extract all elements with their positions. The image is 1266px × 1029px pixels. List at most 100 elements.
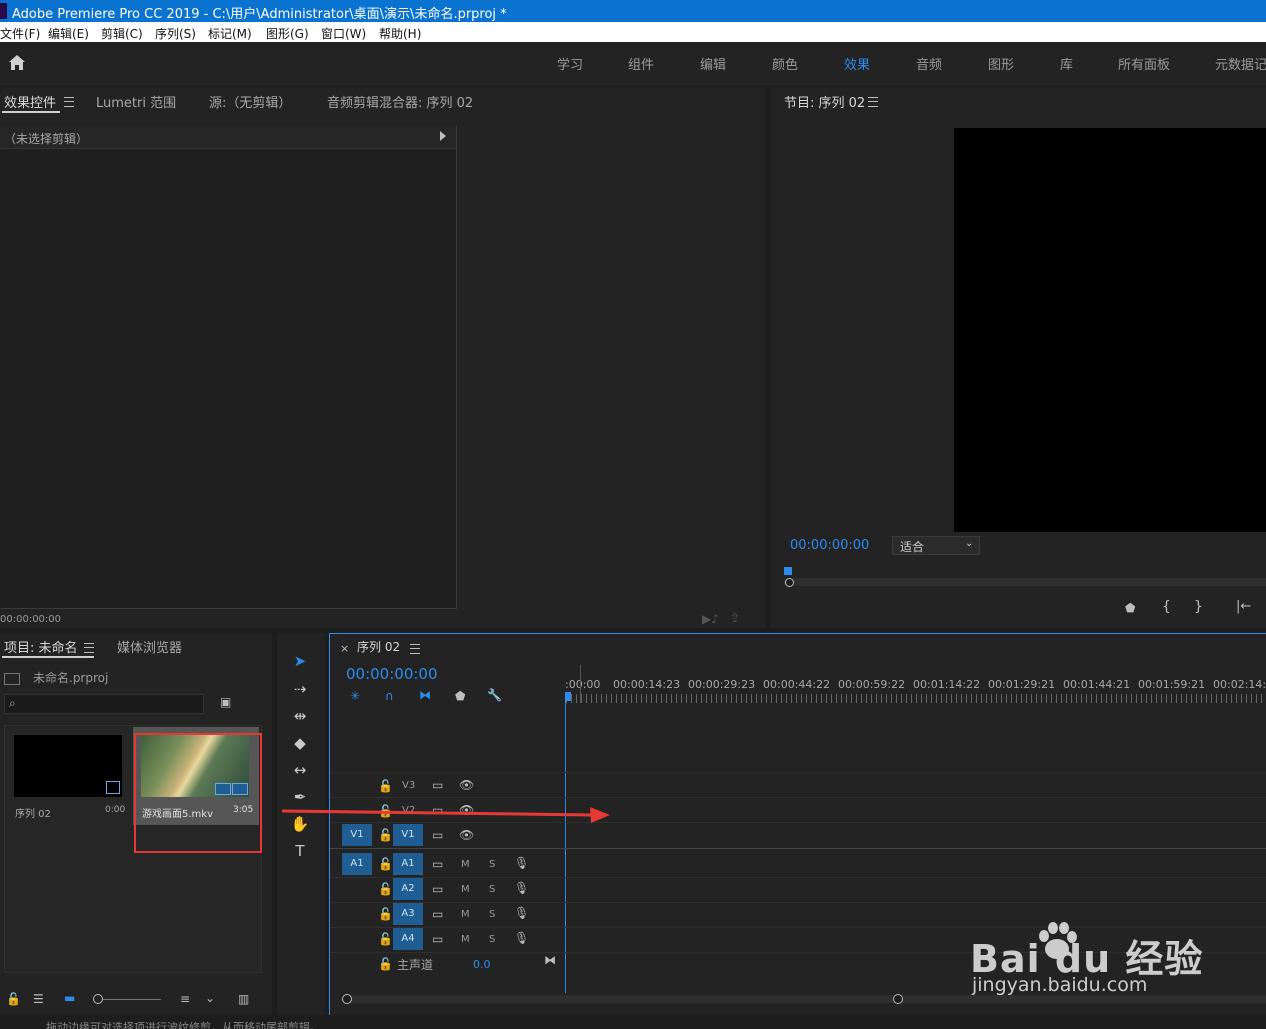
type-tool-icon[interactable]: T xyxy=(290,841,310,861)
sync-lock-icon[interactable]: ▭ xyxy=(432,858,443,870)
ripple-edit-tool-icon[interactable]: ⇹ xyxy=(290,706,310,726)
workspace-effects[interactable]: 效果 xyxy=(844,54,870,73)
workspace-metadata[interactable]: 元数据记 xyxy=(1215,54,1266,73)
lock-icon[interactable]: 🔓 xyxy=(378,829,393,841)
project-search-input[interactable]: ⌕ xyxy=(4,694,204,714)
track-target-a3[interactable]: A3 xyxy=(393,903,423,925)
scroll-handle-right[interactable] xyxy=(893,994,903,1004)
tab-audio-clip-mixer[interactable]: 音频剪辑混合器: 序列 02 xyxy=(327,92,473,111)
workspace-learn[interactable]: 学习 xyxy=(557,54,583,73)
timeline-tab[interactable]: 序列 02 xyxy=(357,638,400,655)
menu-sequence[interactable]: 序列(S) xyxy=(155,25,196,42)
go-to-end-icon[interactable]: ⧓ xyxy=(544,954,556,966)
panel-menu-icon[interactable] xyxy=(84,643,94,653)
sync-lock-icon[interactable]: ▭ xyxy=(432,908,443,920)
sort-icon[interactable]: ≡ xyxy=(180,993,190,1005)
menu-window[interactable]: 窗口(W) xyxy=(321,25,366,42)
sync-lock-icon[interactable]: ▭ xyxy=(432,933,443,945)
new-bin-search-icon[interactable]: ▣ xyxy=(220,696,231,708)
menu-edit[interactable]: 编辑(E) xyxy=(48,25,89,42)
solo-button[interactable]: S xyxy=(489,859,495,870)
zoom-slider-handle[interactable] xyxy=(93,994,103,1004)
project-item-sequence[interactable]: 序列 02 0:00 xyxy=(6,727,130,825)
nest-toggle-icon[interactable]: ✳ xyxy=(350,690,360,702)
tab-effect-controls[interactable]: 效果控件 xyxy=(4,92,56,111)
zoom-slider[interactable] xyxy=(97,999,161,1000)
icon-view-icon[interactable]: ▬ xyxy=(64,992,75,1004)
master-volume-value[interactable]: 0.0 xyxy=(473,958,491,971)
tab-project[interactable]: 项目: 未命名 xyxy=(4,637,78,656)
lock-icon[interactable]: 🔓 xyxy=(378,858,393,870)
track-target-a2[interactable]: A2 xyxy=(393,878,423,900)
add-marker-icon[interactable]: ⬟ xyxy=(1125,602,1135,614)
wrench-icon[interactable]: 🔧 xyxy=(487,689,502,701)
microphone-icon[interactable]: 🎙 xyxy=(514,882,529,894)
chevron-down-icon[interactable]: ⌄ xyxy=(205,992,215,1004)
menu-marker[interactable]: 标记(M) xyxy=(208,25,252,42)
menu-clip[interactable]: 剪辑(C) xyxy=(101,25,143,42)
lock-icon[interactable]: 🔓 xyxy=(378,908,393,920)
lock-icon[interactable]: 🔓 xyxy=(378,933,393,945)
workspace-all-panels[interactable]: 所有面板 xyxy=(1118,54,1170,73)
zoom-fit-dropdown[interactable]: 适合 ⌄ xyxy=(892,536,980,555)
time-ruler[interactable] xyxy=(566,694,1266,703)
menu-file[interactable]: 文件(F) xyxy=(0,25,40,42)
mark-in-icon[interactable]: { xyxy=(1162,600,1171,614)
eye-icon[interactable]: 👁 xyxy=(459,779,474,791)
eye-icon[interactable]: 👁 xyxy=(459,829,474,841)
source-patch-a1[interactable]: A1 xyxy=(342,853,372,875)
solo-button[interactable]: S xyxy=(489,909,495,920)
solo-button[interactable]: S xyxy=(489,934,495,945)
solo-button[interactable]: S xyxy=(489,884,495,895)
program-monitor-title[interactable]: 节目: 序列 02 xyxy=(784,92,865,111)
export-icon[interactable]: ⇪ xyxy=(730,612,740,624)
source-patch-v1[interactable]: V1 xyxy=(342,824,372,846)
close-icon[interactable]: × xyxy=(340,643,349,655)
workspace-assembly[interactable]: 组件 xyxy=(628,54,654,73)
panel-menu-icon[interactable] xyxy=(868,97,878,107)
scroll-handle-left[interactable] xyxy=(342,994,352,1004)
track-target-v1[interactable]: V1 xyxy=(393,824,423,846)
sync-lock-icon[interactable]: ▭ xyxy=(432,779,443,791)
selection-tool-icon[interactable]: ➤ xyxy=(290,651,310,671)
slip-tool-icon[interactable]: ↔ xyxy=(290,760,310,780)
panel-menu-icon[interactable] xyxy=(64,97,74,107)
go-to-in-icon[interactable]: |← xyxy=(1236,600,1251,613)
program-timecode[interactable]: 00:00:00:00 xyxy=(790,538,869,553)
snap-icon[interactable]: ∩ xyxy=(385,690,394,702)
track-target-a1[interactable]: A1 xyxy=(393,853,423,875)
home-icon[interactable] xyxy=(8,54,26,71)
lock-icon[interactable]: 🔓 xyxy=(6,993,21,1005)
microphone-icon[interactable]: 🎙 xyxy=(514,932,529,944)
tab-source[interactable]: 源:（无剪辑） xyxy=(209,92,291,111)
linked-selection-icon[interactable]: ⧓ xyxy=(419,689,431,701)
mute-button[interactable]: M xyxy=(461,934,470,945)
expand-arrow-icon[interactable] xyxy=(440,131,446,141)
add-marker-icon[interactable]: ⬟ xyxy=(455,690,465,702)
mute-button[interactable]: M xyxy=(461,859,470,870)
lock-icon[interactable]: 🔓 xyxy=(378,780,393,792)
menu-help[interactable]: 帮助(H) xyxy=(379,25,421,42)
playhead-marker[interactable] xyxy=(784,567,792,575)
mute-button[interactable]: M xyxy=(461,884,470,895)
automate-icon[interactable]: ▥ xyxy=(238,993,249,1005)
workspace-audio[interactable]: 音频 xyxy=(916,54,942,73)
microphone-icon[interactable]: 🎙 xyxy=(514,907,529,919)
razor-tool-icon[interactable]: ◆ xyxy=(290,733,310,753)
workspace-graphics[interactable]: 图形 xyxy=(988,54,1014,73)
mark-out-icon[interactable]: } xyxy=(1194,600,1203,614)
menu-graphics[interactable]: 图形(G) xyxy=(266,25,309,42)
microphone-icon[interactable]: 🎙 xyxy=(514,857,529,869)
track-target-a4[interactable]: A4 xyxy=(393,928,423,950)
workspace-libraries[interactable]: 库 xyxy=(1060,54,1073,73)
track-select-tool-icon[interactable]: ⇢ xyxy=(290,679,310,699)
workspace-editing[interactable]: 编辑 xyxy=(700,54,726,73)
list-view-icon[interactable]: ☰ xyxy=(33,993,44,1005)
play-audio-icon[interactable]: ▶♪ xyxy=(702,613,719,625)
lock-icon[interactable]: 🔓 xyxy=(378,958,393,970)
timeline-timecode[interactable]: 00:00:00:00 xyxy=(346,665,438,683)
workspace-color[interactable]: 颜色 xyxy=(772,54,798,73)
tab-lumetri-scopes[interactable]: Lumetri 范围 xyxy=(96,92,176,111)
lock-icon[interactable]: 🔓 xyxy=(378,883,393,895)
tab-media-browser[interactable]: 媒体浏览器 xyxy=(117,637,182,656)
